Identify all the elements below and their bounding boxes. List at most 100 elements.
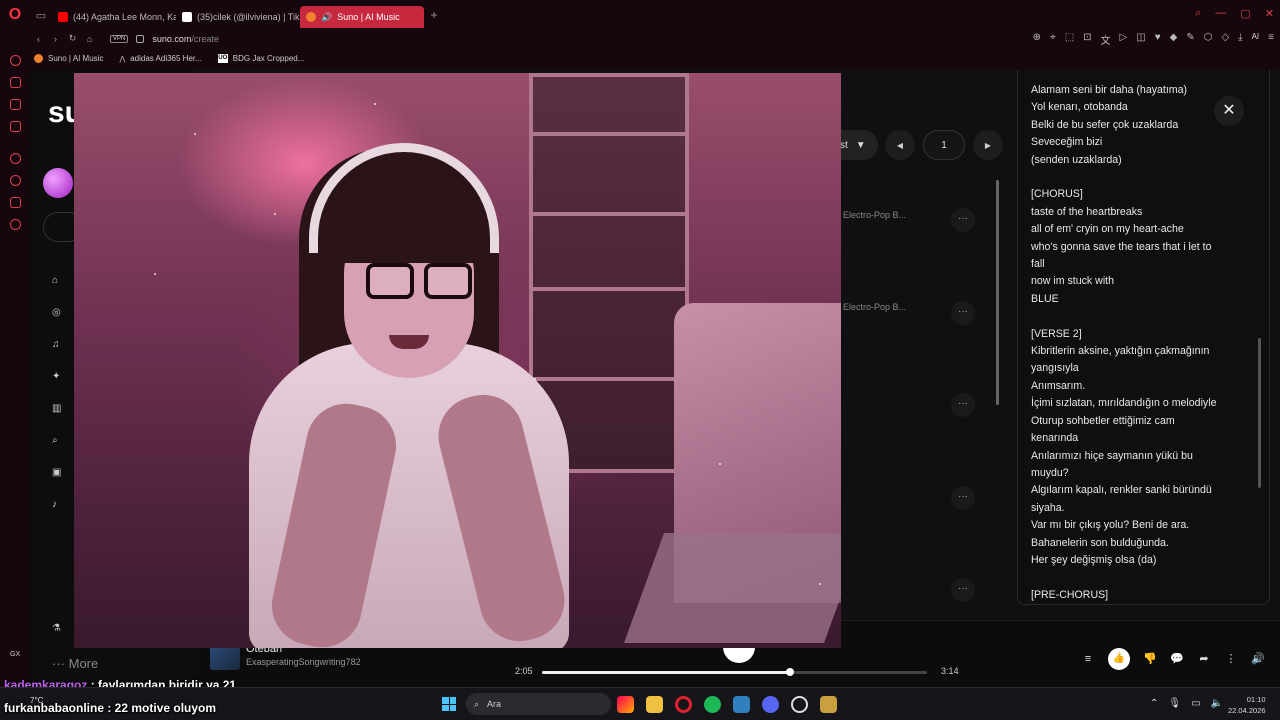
lyric-line: Seveceğim bizi xyxy=(1031,136,1103,149)
steam-icon[interactable] xyxy=(733,696,750,713)
pin-icon[interactable]: ⌖ xyxy=(1050,32,1056,47)
hooks-nav-icon[interactable]: ▣ xyxy=(52,467,63,478)
tab-youtube[interactable]: (44) Agatha Lee Monn, Ka xyxy=(52,6,176,28)
create-nav-icon[interactable]: ♫ xyxy=(52,339,63,350)
avatar[interactable] xyxy=(43,168,73,198)
snapshot-icon[interactable]: ⬚ xyxy=(1065,32,1074,47)
lyrics-scrollbar[interactable] xyxy=(1258,338,1261,488)
close-window-icon[interactable]: ✕ xyxy=(1265,7,1274,20)
chevron-up-icon[interactable]: ⌃ xyxy=(1150,698,1158,709)
extension-icon[interactable]: ◆ xyxy=(1170,32,1178,47)
song-options-button[interactable]: ··· xyxy=(951,578,975,602)
speaker-tray-icon[interactable]: 🔈 xyxy=(1211,698,1223,709)
zoom-icon[interactable]: ⊕ xyxy=(1033,32,1041,47)
url-field[interactable]: suno.com/create xyxy=(152,34,219,44)
like-button[interactable]: 👍 xyxy=(1108,648,1130,670)
song-list-scrollbar[interactable] xyxy=(996,180,999,405)
messenger-icon[interactable] xyxy=(10,121,21,132)
browser-tab-bar: O ▭ (44) Agatha Lee Monn, Ka (35)cilek (… xyxy=(0,0,1280,30)
home-nav-icon[interactable]: ⌂ xyxy=(52,275,63,286)
notifications-nav-icon[interactable]: ♪ xyxy=(52,499,63,510)
minimize-icon[interactable]: — xyxy=(1215,7,1226,20)
taskbar-apps xyxy=(617,696,837,713)
opera-gx-icon[interactable] xyxy=(675,696,692,713)
tab-suno[interactable]: 🔊 Suno | AI Music xyxy=(300,6,424,28)
wallet-icon[interactable]: ◫ xyxy=(1136,32,1145,47)
lock-icon[interactable] xyxy=(136,34,145,43)
more-button[interactable]: ··· More xyxy=(52,656,98,671)
extensions-icon[interactable]: ⬡ xyxy=(1204,32,1213,47)
download-icon[interactable]: ⤓ xyxy=(1238,32,1242,47)
song-artist[interactable]: ExasperatingSongwriting782 xyxy=(246,657,361,667)
song-options-button[interactable]: ··· xyxy=(951,393,975,417)
taskbar-search[interactable]: ⌕ Ara xyxy=(466,693,611,715)
tab-tiktok[interactable]: (35)cilek (@ilviviena) | Tik xyxy=(176,6,300,28)
labs-nav-icon[interactable]: ⚗ xyxy=(52,623,63,634)
translate-icon[interactable]: 文 xyxy=(1101,32,1111,47)
tab-islands-icon[interactable]: ▭ xyxy=(30,9,52,22)
song-cover[interactable] xyxy=(210,645,240,670)
extension-2-icon[interactable]: ✎ xyxy=(1186,32,1194,47)
opera-logo-icon[interactable]: O xyxy=(0,0,30,30)
discord-icon[interactable] xyxy=(762,696,779,713)
lyric-line: Algılarım kapalı, renkler sanki büründü xyxy=(1031,484,1212,497)
queue-icon[interactable]: ≡ xyxy=(1081,652,1095,666)
lyric-line: taste of the heartbreaks xyxy=(1031,205,1143,218)
song-options-button[interactable]: ··· xyxy=(951,208,975,232)
play-icon[interactable]: ▷ xyxy=(1120,32,1128,47)
history-icon[interactable] xyxy=(10,175,21,186)
song-options-button[interactable]: ··· xyxy=(951,301,975,325)
cube-icon[interactable]: ◇ xyxy=(1221,32,1229,47)
bookmark-bdg[interactable]: UO BDG Jax Cropped... xyxy=(217,54,304,63)
dislike-icon[interactable]: 👎 xyxy=(1143,652,1157,666)
bookmark-suno[interactable]: Suno | AI Music xyxy=(34,54,103,63)
gx-control-icon[interactable] xyxy=(10,77,21,88)
next-page-button[interactable]: ▶ xyxy=(973,130,1003,160)
obs-icon[interactable] xyxy=(791,696,808,713)
screenshot-icon[interactable]: ⊡ xyxy=(1083,32,1091,47)
clock-date: 22.04.2026 xyxy=(1228,706,1266,715)
speed-dial-icon[interactable] xyxy=(10,55,21,66)
lyric-line: Oturup sohbetler ettiğimiz cam xyxy=(1031,414,1175,427)
maximize-icon[interactable]: ▢ xyxy=(1240,7,1250,20)
spotify-icon[interactable] xyxy=(704,696,721,713)
prev-page-button[interactable]: ◀ xyxy=(885,130,915,160)
more-options-icon[interactable]: ⋮ xyxy=(1224,652,1238,666)
menu-icon[interactable]: ≡ xyxy=(1268,32,1274,47)
start-icon[interactable] xyxy=(442,697,456,711)
studio-nav-icon[interactable]: ✦ xyxy=(52,371,63,382)
explore-nav-icon[interactable]: ◎ xyxy=(52,307,63,318)
search-tabs-icon[interactable]: ⌕ xyxy=(1195,7,1201,20)
home-icon[interactable]: ⌂ xyxy=(81,34,98,44)
back-icon[interactable]: ‹ xyxy=(30,34,47,44)
copilot-icon[interactable] xyxy=(617,696,634,713)
gx-corner-icon[interactable] xyxy=(10,99,21,110)
ai-button[interactable]: AI xyxy=(1252,32,1260,47)
progress-handle[interactable] xyxy=(785,668,794,676)
vpn-badge[interactable]: VPN xyxy=(110,34,129,43)
reload-icon[interactable]: ↻ xyxy=(64,33,81,44)
player-icon[interactable] xyxy=(10,153,21,164)
new-tab-button[interactable]: + xyxy=(424,8,444,22)
address-bar: ‹ › ↻ ⌂ VPN suno.com/create ⊕ ⌖ ⬚ ⊡ 文 ▷ … xyxy=(0,30,1280,47)
volume-icon[interactable]: 🔊 xyxy=(1251,652,1265,666)
network-icon[interactable]: ▭ xyxy=(1191,698,1200,709)
taskbar-clock[interactable]: 01:10 22.04.2026 xyxy=(1228,694,1266,716)
speaker-icon[interactable]: 🔊 xyxy=(321,12,332,23)
settings-icon[interactable] xyxy=(10,219,21,230)
forward-icon[interactable]: › xyxy=(47,34,64,44)
share-icon[interactable]: ➦ xyxy=(1197,652,1211,666)
progress-bar[interactable] xyxy=(542,668,927,676)
close-lyrics-button[interactable]: ✕ xyxy=(1214,96,1244,126)
heart-icon[interactable]: ♥ xyxy=(1155,32,1161,47)
comment-icon[interactable]: 💬 xyxy=(1170,652,1184,666)
library-nav-icon[interactable]: ▥ xyxy=(52,403,63,414)
search-nav-icon[interactable]: ⌕ xyxy=(52,435,63,446)
song-options-button[interactable]: ··· xyxy=(951,486,975,510)
page-number-input[interactable]: 1 xyxy=(923,130,965,160)
extensions-sidebar-icon[interactable] xyxy=(10,197,21,208)
bookmark-adidas[interactable]: ⋀ adidas Adi365 Her... xyxy=(119,54,201,63)
app-icon[interactable] xyxy=(820,696,837,713)
file-explorer-icon[interactable] xyxy=(646,696,663,713)
microphone-icon[interactable]: 🎙 xyxy=(1168,698,1181,709)
